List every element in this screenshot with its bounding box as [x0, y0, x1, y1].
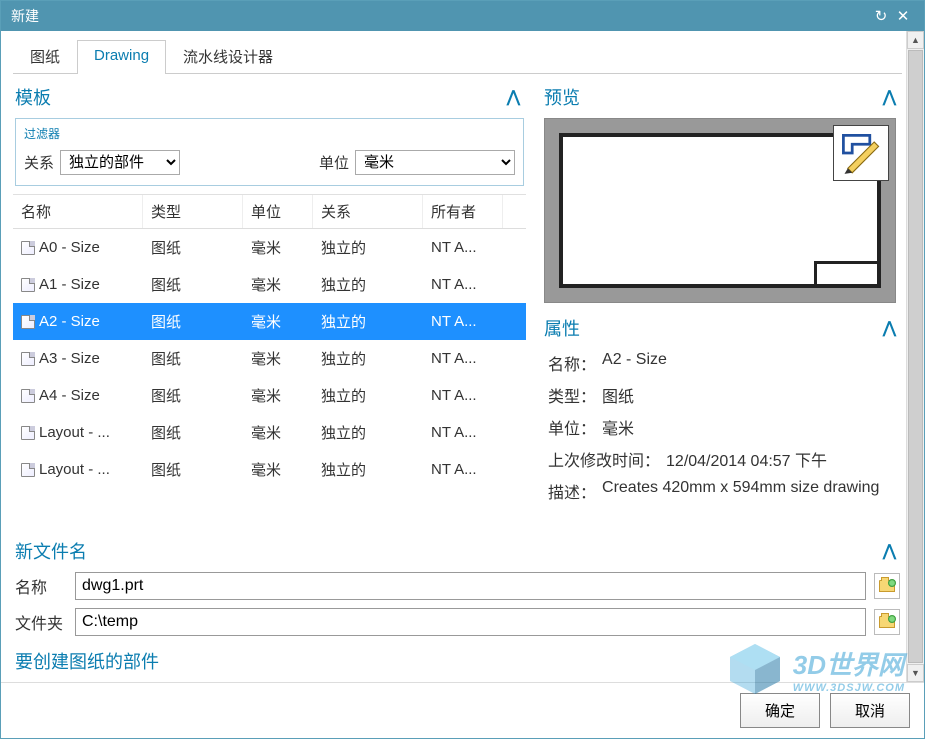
vertical-scrollbar[interactable]: ▲ ▼ [906, 31, 924, 682]
prop-modified-value: 12/04/2014 04:57 下午 [666, 447, 896, 471]
table-header: 名称 类型 单位 关系 所有者 [13, 195, 526, 229]
filter-unit-select[interactable]: 毫米 [355, 150, 515, 175]
prop-name-value: A2 - Size [602, 351, 896, 375]
newfile-folder-label: 文件夹 [15, 610, 67, 634]
newfile-title: 新文件名 [15, 538, 87, 564]
tab-bar: 图纸 Drawing 流水线设计器 [13, 39, 902, 74]
table-body: A0 - Size图纸毫米独立的NT A...A1 - Size图纸毫米独立的N… [13, 229, 526, 530]
document-icon [21, 463, 35, 477]
document-icon [21, 426, 35, 440]
preview-box [544, 118, 896, 303]
preview-header: 预览 ⋀ [542, 80, 902, 114]
dialog-content: 图纸 Drawing 流水线设计器 模板 ⋀ 过滤器 关系 [1, 31, 924, 682]
table-row[interactable]: A1 - Size图纸毫米独立的NT A... [13, 266, 526, 303]
newfile-header: 新文件名 ⋀ [13, 534, 902, 568]
table-row[interactable]: Layout - ...图纸毫米独立的NT A... [13, 414, 526, 451]
titlebar: 新建 ↻ ✕ [1, 1, 924, 31]
refresh-icon[interactable]: ↻ [870, 5, 892, 27]
filter-title: 过滤器 [24, 125, 515, 142]
main-area: 图纸 Drawing 流水线设计器 模板 ⋀ 过滤器 关系 [1, 31, 906, 682]
templates-title: 模板 [15, 84, 51, 110]
tab-tuzhuo[interactable]: 图纸 [13, 39, 77, 73]
scroll-down-icon[interactable]: ▼ [907, 664, 924, 682]
filter-box: 过滤器 关系 独立的部件 单位 毫米 [15, 118, 524, 186]
col-relation[interactable]: 关系 [313, 195, 423, 228]
properties-title: 属性 [544, 315, 580, 341]
newfile-folder-input[interactable] [75, 608, 866, 636]
newfile-name-input[interactable] [75, 572, 866, 600]
document-icon [21, 352, 35, 366]
table-row[interactable]: A0 - Size图纸毫米独立的NT A... [13, 229, 526, 266]
prop-type-label: 类型： [548, 383, 596, 407]
browse-folder-button[interactable] [874, 609, 900, 635]
scroll-thumb[interactable] [908, 50, 923, 663]
table-row[interactable]: Layout - ...图纸毫米独立的NT A... [13, 451, 526, 488]
properties-header: 属性 ⋀ [542, 311, 902, 345]
table-row[interactable]: A2 - Size图纸毫米独立的NT A... [13, 303, 526, 340]
prop-type-value: 图纸 [602, 383, 896, 407]
folder-icon [879, 580, 895, 592]
collapse-newfile-icon[interactable]: ⋀ [883, 541, 896, 561]
ok-button[interactable]: 确定 [740, 693, 820, 728]
table-row[interactable]: A3 - Size图纸毫米独立的NT A... [13, 340, 526, 377]
newfile-name-label: 名称 [15, 574, 67, 598]
collapse-preview-icon[interactable]: ⋀ [883, 87, 896, 107]
folder-icon [879, 616, 895, 628]
collapse-templates-icon[interactable]: ⋀ [507, 87, 520, 107]
new-dialog: 新建 ↻ ✕ 图纸 Drawing 流水线设计器 模板 ⋀ 过滤器 [0, 0, 925, 739]
filter-unit-label: 单位 [319, 152, 349, 173]
cancel-button[interactable]: 取消 [830, 693, 910, 728]
document-icon [21, 278, 35, 292]
window-title: 新建 [11, 6, 870, 26]
dialog-buttons: 确定 取消 [1, 682, 924, 738]
templates-panel: 模板 ⋀ 过滤器 关系 独立的部件 单位 [13, 80, 526, 530]
document-icon [21, 389, 35, 403]
prop-unit-label: 单位： [548, 415, 596, 439]
document-icon [21, 315, 35, 329]
collapse-properties-icon[interactable]: ⋀ [883, 318, 896, 338]
close-icon[interactable]: ✕ [892, 5, 914, 27]
filter-relation-select[interactable]: 独立的部件 [60, 150, 180, 175]
prop-desc-label: 描述： [548, 479, 596, 503]
templates-header: 模板 ⋀ [13, 80, 526, 114]
columns: 模板 ⋀ 过滤器 关系 独立的部件 单位 [13, 80, 902, 530]
drafting-tool-icon [833, 125, 889, 181]
tab-drawing[interactable]: Drawing [77, 40, 166, 74]
col-owner[interactable]: 所有者 [423, 195, 503, 228]
right-panel: 预览 ⋀ 属性 ⋀ 名称：A2 - Size [542, 80, 902, 530]
filter-relation-label: 关系 [24, 152, 54, 173]
prop-desc-value: Creates 420mm x 594mm size drawing [602, 479, 896, 503]
table-row[interactable]: A4 - Size图纸毫米独立的NT A... [13, 377, 526, 414]
col-type[interactable]: 类型 [143, 195, 243, 228]
prop-modified-label: 上次修改时间： [548, 447, 660, 471]
newfile-section: 新文件名 ⋀ 名称 文件夹 [13, 530, 902, 640]
browse-name-button[interactable] [874, 573, 900, 599]
properties-list: 名称：A2 - Size 类型：图纸 单位：毫米 上次修改时间：12/04/20… [542, 345, 902, 509]
prop-unit-value: 毫米 [602, 415, 896, 439]
col-unit[interactable]: 单位 [243, 195, 313, 228]
tab-pipeline[interactable]: 流水线设计器 [166, 39, 290, 73]
preview-title: 预览 [544, 84, 580, 110]
col-name[interactable]: 名称 [13, 195, 143, 228]
scroll-up-icon[interactable]: ▲ [907, 31, 924, 49]
prop-name-label: 名称： [548, 351, 596, 375]
parts-section-header: 要创建图纸的部件 [13, 640, 902, 674]
document-icon [21, 241, 35, 255]
templates-table: 名称 类型 单位 关系 所有者 A0 - Size图纸毫米独立的NT A...A… [13, 194, 526, 530]
